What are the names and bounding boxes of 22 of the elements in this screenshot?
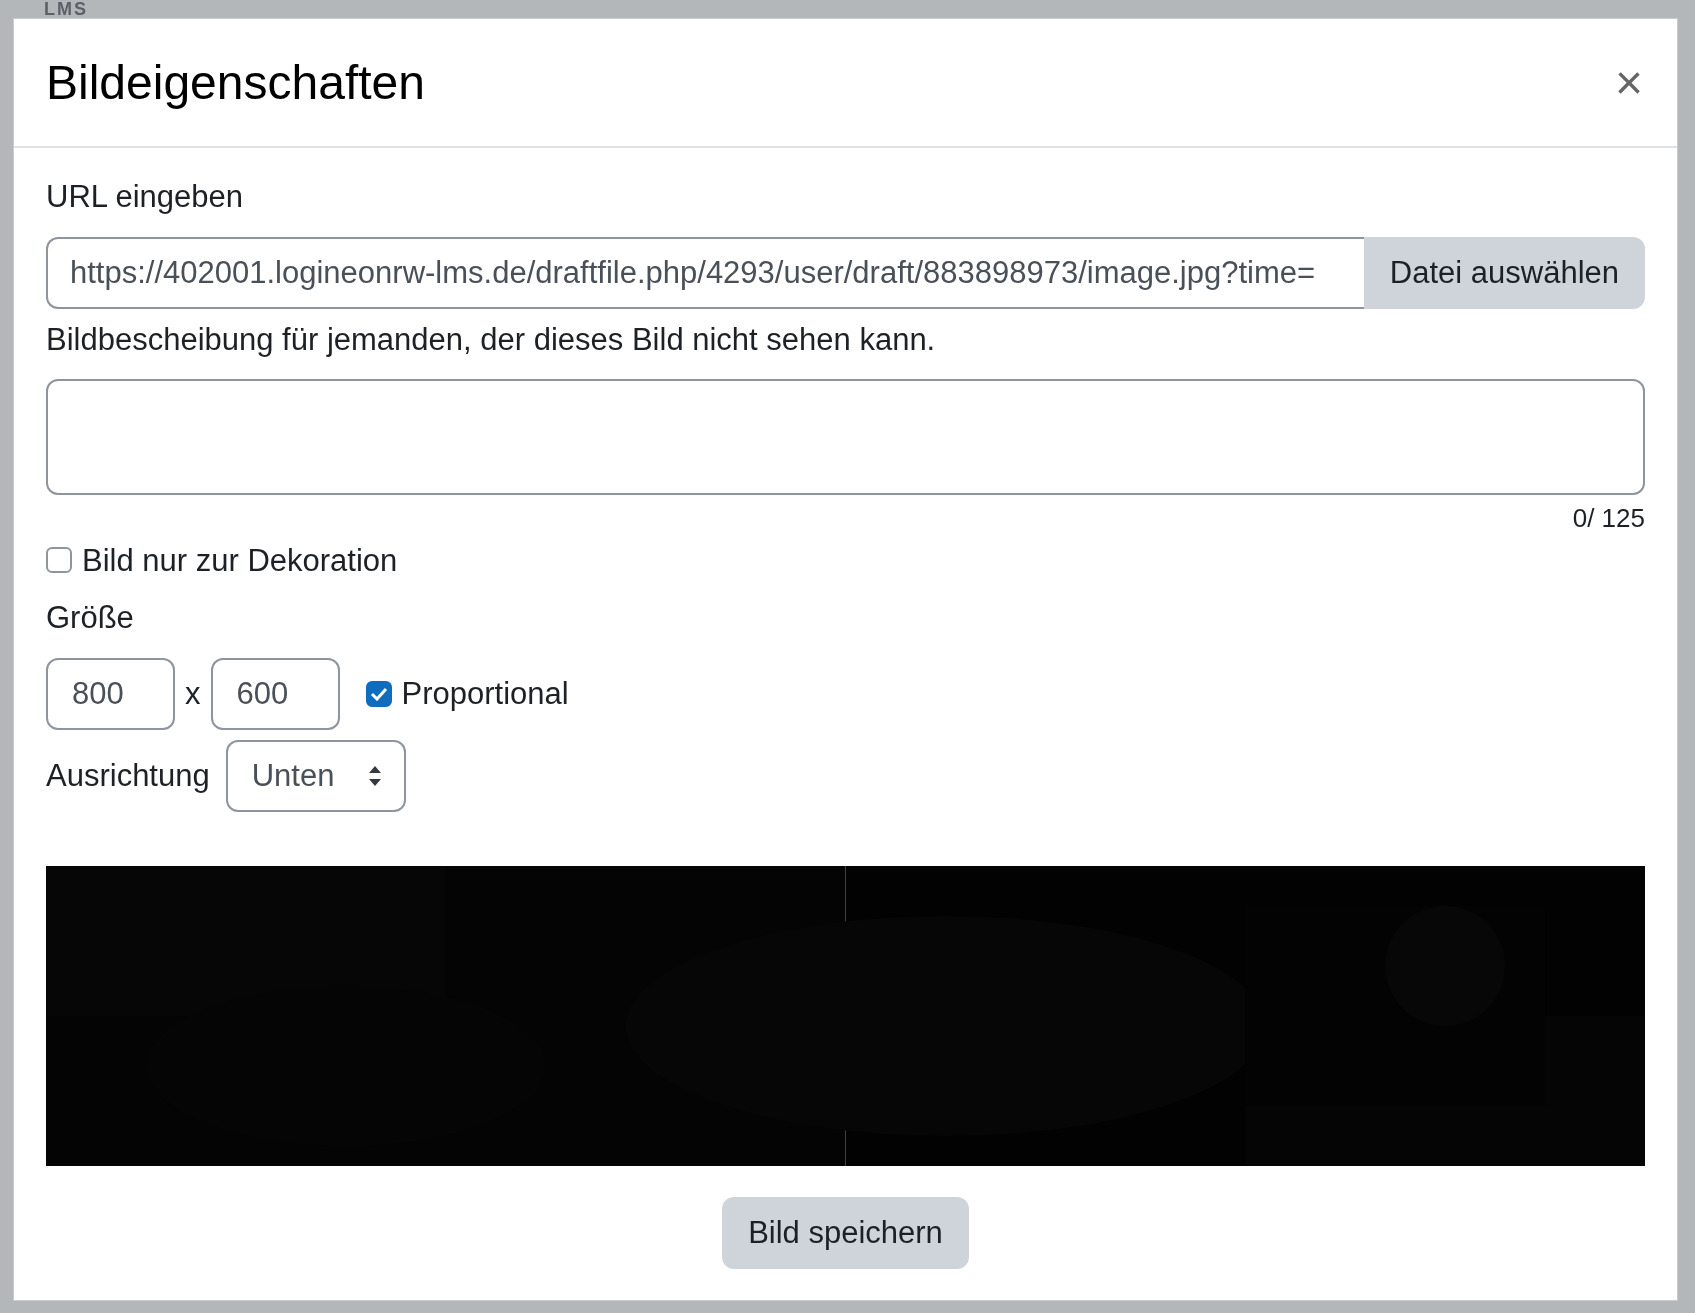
close-button[interactable]: × — [1610, 58, 1647, 107]
field-label: Größe — [46, 598, 134, 636]
description-field[interactable] — [46, 378, 1645, 495]
check-icon — [369, 687, 388, 701]
decorative-checkbox[interactable] — [46, 547, 72, 574]
size-separator: x — [185, 675, 201, 713]
save-image-button[interactable]: Bild speichern — [722, 1197, 969, 1269]
character-counter: 0/ 125 — [1572, 502, 1645, 534]
field-label: Bildbescheibung für jemanden, der dieses Bild nicht sehen kann. — [46, 321, 937, 359]
height-field[interactable]: 600 — [210, 658, 340, 730]
field-label: Ausrichtung — [46, 757, 210, 795]
dialog-title: Bildeigenschaften — [46, 55, 425, 111]
checkbox-label: Bild nur zur Dekoration — [82, 541, 398, 579]
proportional-checkbox[interactable] — [365, 681, 392, 707]
sort-icon — [367, 765, 382, 787]
site-label: LMS — [44, 0, 88, 18]
field-label: URL eingeben — [46, 178, 245, 216]
choose-file-button[interactable]: Datei auswählen — [1363, 237, 1645, 310]
width-field[interactable]: 800 — [46, 658, 175, 730]
alignment-select[interactable]: Unten — [225, 740, 406, 812]
checkbox-label: Proportional — [401, 675, 569, 713]
url-field[interactable]: https://402001.logineonrw-lms.de/draftfile.php/4293/user/draft/883898973/image.jpg?time= — [46, 237, 1364, 310]
